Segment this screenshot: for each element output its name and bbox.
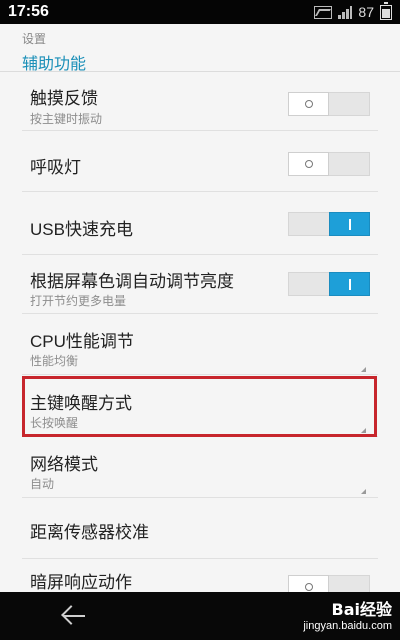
status-bar: 17:56 87	[0, 0, 400, 24]
setting-subtitle: 自动	[30, 477, 55, 491]
setting-title: 距离传感器校准	[30, 523, 149, 542]
setting-title: 主键唤醒方式	[30, 394, 132, 413]
signal-icon	[338, 5, 353, 19]
setting-title: 网络模式	[30, 455, 98, 474]
navigation-bar: Bai经验 jingyan.baidu.com	[0, 592, 400, 640]
setting-network-mode[interactable]: 网络模式 自动	[0, 437, 400, 498]
dropdown-corner-icon	[361, 428, 366, 433]
watermark-url: jingyan.baidu.com	[303, 620, 392, 632]
usb-fast-charge-toggle[interactable]	[288, 212, 370, 236]
image-icon	[314, 5, 333, 19]
battery-icon	[380, 1, 392, 20]
setting-proximity-calibration[interactable]: 距离传感器校准	[0, 498, 400, 559]
toggle-knob	[329, 212, 370, 236]
setting-title: 触摸反馈	[30, 89, 98, 108]
setting-title: 呼吸灯	[30, 158, 81, 177]
setting-auto-brightness[interactable]: 根据屏幕色调自动调节亮度 打开节约更多电量	[0, 255, 400, 314]
setting-home-key-wake[interactable]: 主键唤醒方式 长按唤醒	[0, 375, 400, 437]
setting-title: USB快速充电	[30, 220, 133, 239]
status-icons: 87	[314, 1, 392, 20]
battery-level: 87	[358, 4, 374, 20]
setting-subtitle: 按主键时振动	[30, 112, 103, 126]
dropdown-corner-icon	[361, 489, 366, 494]
touch-feedback-toggle[interactable]	[288, 92, 370, 116]
watermark-logo: Bai经验	[331, 600, 392, 619]
settings-list: 触摸反馈 按主键时振动 呼吸灯 USB快速充电 根据屏幕色调自动调节亮度 打开节…	[0, 72, 400, 592]
back-icon[interactable]	[60, 602, 90, 630]
toggle-knob	[288, 575, 329, 592]
dark-screen-response-toggle[interactable]	[288, 575, 370, 592]
setting-subtitle: 打开节约更多电量	[30, 294, 127, 308]
auto-brightness-toggle[interactable]	[288, 272, 370, 296]
setting-subtitle: 长按唤醒	[30, 416, 79, 430]
setting-subtitle: 性能均衡	[30, 354, 79, 368]
setting-dark-screen-response[interactable]: 暗屏响应动作	[0, 559, 400, 592]
dropdown-corner-icon	[361, 367, 366, 372]
breadcrumb[interactable]: 设置	[22, 30, 46, 47]
setting-title: CPU性能调节	[30, 332, 134, 351]
setting-breathing-light[interactable]: 呼吸灯	[0, 131, 400, 192]
status-time: 17:56	[8, 3, 49, 20]
breathing-light-toggle[interactable]	[288, 152, 370, 176]
setting-title: 暗屏响应动作	[30, 573, 132, 592]
toggle-knob	[288, 92, 329, 116]
setting-cpu-performance[interactable]: CPU性能调节 性能均衡	[0, 314, 400, 375]
page-title: 辅助功能	[22, 56, 87, 73]
toggle-knob	[288, 152, 329, 176]
setting-usb-fast-charge[interactable]: USB快速充电	[0, 192, 400, 255]
setting-touch-feedback[interactable]: 触摸反馈 按主键时振动	[0, 72, 400, 131]
setting-title: 根据屏幕色调自动调节亮度	[30, 272, 234, 291]
page-header: 设置 辅助功能	[0, 24, 400, 73]
watermark: Bai经验 jingyan.baidu.com	[303, 596, 392, 632]
toggle-knob	[329, 272, 370, 296]
